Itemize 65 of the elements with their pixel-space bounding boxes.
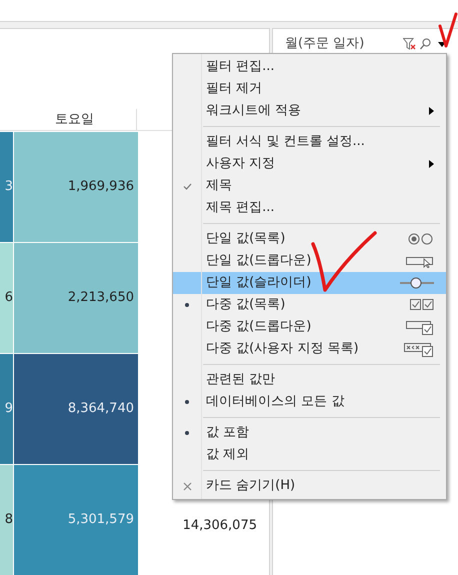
dropdown-icon — [406, 254, 434, 268]
menu-item-label: 다중 값(드롭다운) — [205, 318, 312, 336]
heatmap-cell: 5,301,579 — [14, 465, 138, 575]
menu-item[interactable]: 다중 값(사용자 지정 목록) — [173, 338, 446, 360]
menu-item[interactable]: 값 포함 — [173, 422, 446, 444]
radio-buttons-icon — [408, 233, 434, 245]
handwritten-check-drawing — [310, 230, 378, 294]
menu-item-label: 다중 값(사용자 지정 목록) — [205, 340, 360, 358]
menu-item-label: 다중 값(목록) — [205, 296, 286, 314]
heatmap-cell: 1,969,936 — [14, 132, 138, 242]
heatmap-cell: 2,213,650 — [14, 243, 138, 353]
search-icon[interactable] — [420, 38, 431, 50]
menu-item[interactable]: 필터 편집... — [173, 56, 446, 78]
bullet-icon — [185, 303, 189, 307]
menu-item[interactable]: 카드 숨기기(H) — [173, 475, 446, 497]
menu-item[interactable]: 단일 값(목록) — [173, 228, 446, 250]
menu-item-label: 데이터베이스의 모든 값 — [205, 393, 346, 412]
handwritten-check-drawing — [438, 12, 458, 50]
dropdown-caret-icon[interactable] — [438, 42, 446, 46]
menu-item-label: 단일 값(목록) — [205, 230, 286, 248]
menu-item[interactable]: 단일 값(슬라이더) — [173, 272, 446, 294]
slider-icon — [400, 277, 434, 289]
menu-item-label: 값 제외 — [205, 446, 250, 464]
submenu-arrow-icon — [429, 107, 434, 115]
menu-item[interactable]: 값 제외 — [173, 444, 446, 466]
custom-list-icon — [404, 342, 434, 356]
menu-item[interactable]: 제목 — [173, 175, 446, 197]
menu-item-label: 관련된 값만 — [205, 371, 276, 390]
menu-item[interactable]: 다중 값(목록) — [173, 294, 446, 316]
menu-item-label: 워크시트에 적용 — [205, 102, 302, 120]
dropdown-checkbox-icon — [406, 320, 434, 334]
menu-item-label: 제목 — [205, 177, 233, 196]
heatmap-cell: 9 — [0, 354, 13, 464]
menu-item-label: 필터 편집... — [205, 58, 276, 76]
heatmap-cell: 8,364,740 — [14, 354, 138, 464]
menu-item-label: 사용자 지정 — [205, 155, 276, 174]
menu-item[interactable]: 데이터베이스의 모든 값 — [173, 391, 446, 413]
bullet-icon — [185, 400, 189, 404]
checkboxes-icon — [410, 299, 434, 311]
menu-item[interactable]: 제목 편집... — [173, 197, 446, 219]
menu-item[interactable]: 단일 값(드롭다운) — [173, 250, 446, 272]
total-value: 14,306,075 — [182, 517, 257, 535]
submenu-arrow-icon — [429, 160, 434, 168]
menu-item-label: 제목 편집... — [205, 199, 276, 218]
menu-item-label: 필터 서식 및 컨트롤 설정... — [205, 133, 366, 152]
menu-item[interactable]: 필터 서식 및 컨트롤 설정... — [173, 131, 446, 153]
menu-item-label: 단일 값(드롭다운) — [205, 252, 312, 270]
menu-item-label: 단일 값(슬라이더) — [205, 274, 312, 292]
bullet-icon — [185, 431, 189, 435]
heatmap-cell: 3 — [0, 132, 13, 242]
menu-item-label: 필터 제거 — [205, 80, 264, 98]
column-header: 토요일 — [13, 109, 137, 130]
menu-item[interactable]: 필터 제거 — [173, 78, 446, 100]
menu-item[interactable]: 다중 값(드롭다운) — [173, 316, 446, 338]
menu-item[interactable]: 관련된 값만 — [173, 369, 446, 391]
menu-item-label: 값 포함 — [205, 424, 250, 442]
close-icon — [182, 482, 192, 490]
menu-item[interactable]: 워크시트에 적용 — [173, 100, 446, 122]
menu-item-label: 카드 숨기기(H) — [205, 477, 296, 496]
filter-card-title: 월(주문 일자) — [285, 35, 366, 54]
heatmap-cell: 6 — [0, 243, 13, 353]
checkmark-icon — [182, 182, 192, 190]
clear-filter-icon[interactable] — [403, 38, 416, 50]
heatmap-cell: 8 — [0, 465, 13, 575]
menu-item[interactable]: 사용자 지정 — [173, 153, 446, 175]
